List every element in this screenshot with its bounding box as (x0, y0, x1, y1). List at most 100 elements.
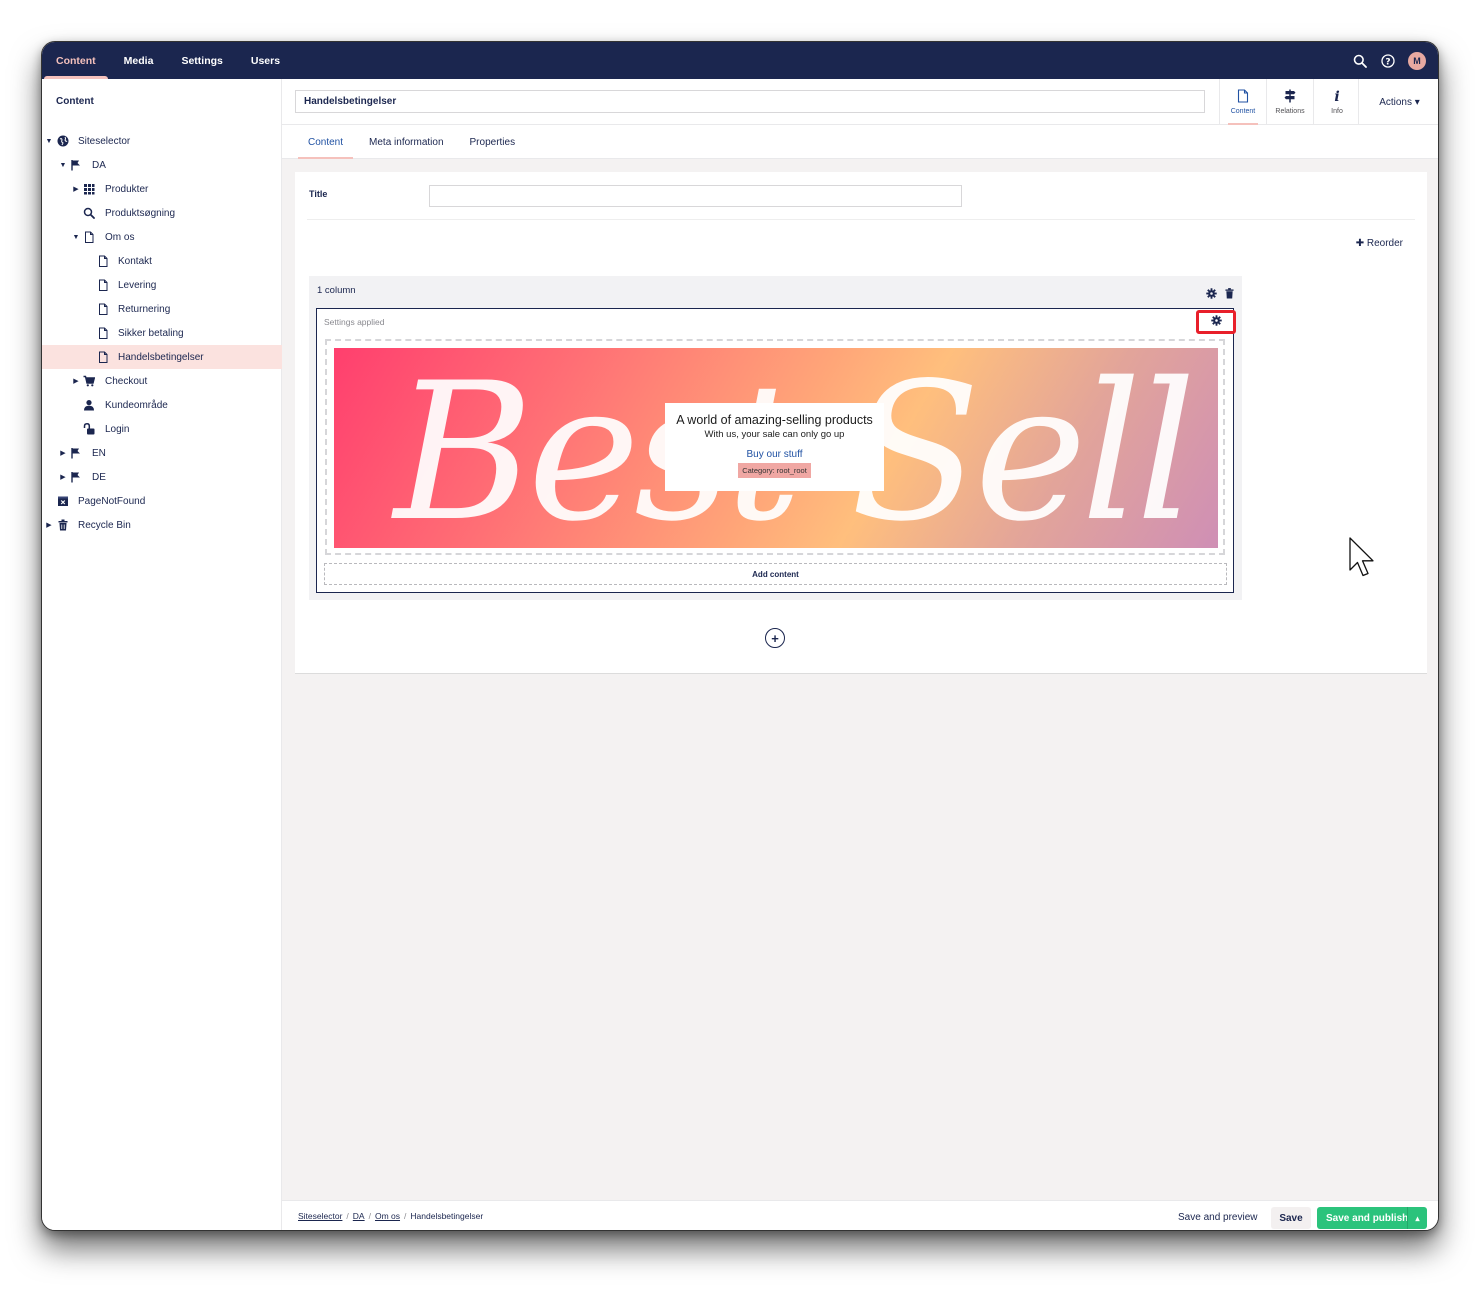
app-label: Content (1230, 108, 1256, 115)
breadcrumb-item[interactable]: Om os (375, 1211, 400, 1221)
tree-item-label: Handelsbetingelser (118, 351, 204, 363)
flag-icon (70, 471, 82, 483)
tab-content[interactable]: Content (298, 125, 354, 159)
tree-item-handelsbetingelser[interactable]: Handelsbetingelser (42, 345, 282, 369)
cell-settings-button[interactable] (1196, 310, 1236, 334)
svg-text:i: i (1334, 89, 1339, 103)
tree-item-label: Returnering (118, 303, 171, 315)
caret-down-icon[interactable]: ▼ (72, 234, 80, 241)
title-input[interactable] (429, 185, 962, 207)
cell-settings-label: Settings applied (324, 317, 385, 327)
app-content[interactable]: Content (1219, 79, 1266, 125)
top-tools: ? M (1352, 42, 1426, 79)
document-icon (83, 231, 95, 243)
tree-item-label: Kontakt (118, 255, 152, 267)
help-icon[interactable]: ? (1380, 53, 1396, 69)
document-icon (97, 279, 109, 291)
publish-label: Save and publish (1326, 1212, 1409, 1224)
banner-link[interactable]: Buy our stuff (665, 449, 884, 460)
content-item-frame[interactable]: Best Sellers A world of amazing-selling … (325, 339, 1225, 555)
app-label: Info (1331, 108, 1343, 115)
tree-item-label: Levering (118, 279, 157, 291)
section-settings[interactable]: Settings (167, 42, 236, 79)
mouse-cursor-icon (1349, 537, 1374, 577)
unlock-icon (83, 423, 95, 435)
banner-content-box: A world of amazing-selling products With… (665, 403, 884, 491)
tree-item-label: Kundeområde (105, 399, 168, 411)
tree-item-label: EN (92, 447, 106, 459)
app-relations[interactable]: Relations (1266, 79, 1313, 125)
tree-item-produktsogning[interactable]: Produktsøgning (42, 201, 282, 225)
reorder-button[interactable]: ✚ Reorder (1356, 238, 1403, 249)
breadcrumb-separator: / (404, 1211, 407, 1221)
tree-item-da[interactable]: ▼ DA (42, 153, 282, 177)
tree-item-label: Produkter (105, 183, 149, 195)
breadcrumb-separator: / (346, 1211, 349, 1221)
tree-item-levering[interactable]: Levering (42, 273, 282, 297)
tree-item-returnering[interactable]: Returnering (42, 297, 282, 321)
app-info[interactable]: i Info (1313, 79, 1360, 125)
breadcrumb-separator: / (368, 1211, 371, 1221)
publish-options-caret-icon[interactable]: ▴ (1407, 1207, 1427, 1229)
search-icon (83, 207, 95, 219)
breadcrumb: Siteselector / DA / Om os / Handelsbetin… (298, 1211, 483, 1221)
tree-item-checkout[interactable]: ▶ Checkout (42, 369, 282, 393)
grid-icon (83, 183, 95, 195)
tree-item-login[interactable]: Login (42, 417, 282, 441)
section-content[interactable]: Content (42, 42, 110, 79)
tree-item-kontakt[interactable]: Kontakt (42, 249, 282, 273)
tree-item-label: Siteselector (78, 135, 131, 147)
tree-item-sikker-betaling[interactable]: Sikker betaling (42, 321, 282, 345)
tree-item-kundeomrade[interactable]: Kundeområde (42, 393, 282, 417)
plus-icon: ✚ (1355, 238, 1367, 249)
category-tag: Category: root_root (738, 463, 811, 478)
breadcrumb-item[interactable]: DA (353, 1211, 365, 1221)
breadcrumb-item[interactable]: Siteselector (298, 1211, 342, 1221)
section-media[interactable]: Media (110, 42, 168, 79)
cart-icon (83, 375, 95, 387)
tree-item-de[interactable]: ▶ DE (42, 465, 282, 489)
tree-item-en[interactable]: ▶ EN (42, 441, 282, 465)
document-icon (97, 351, 109, 363)
actions-menu-button[interactable]: Actions ▾ (1358, 79, 1438, 125)
caret-right-icon[interactable]: ▶ (59, 473, 67, 481)
avatar[interactable]: M (1408, 51, 1426, 70)
node-name-input[interactable] (295, 90, 1205, 113)
caret-right-icon[interactable]: ▶ (72, 377, 80, 385)
section-nav: Content Media Settings Users (42, 42, 294, 79)
add-content-button[interactable]: Add content (324, 563, 1227, 585)
gear-icon[interactable] (1206, 286, 1217, 304)
tree-item-label: Om os (105, 231, 135, 243)
hero-banner: Best Sellers A world of amazing-selling … (334, 348, 1218, 548)
tree-item-pagenotfound[interactable]: PageNotFound (42, 489, 282, 513)
caret-down-icon[interactable]: ▼ (59, 162, 67, 169)
gear-icon (1210, 313, 1222, 331)
tree-item-siteselector[interactable]: ▼ Siteselector (42, 129, 282, 153)
tree-item-om-os[interactable]: ▼ Om os (42, 225, 282, 249)
banner-heading: A world of amazing-selling products (676, 413, 873, 427)
content-tree: ▼ Siteselector ▼ DA ▶ Produkter Produkts… (42, 129, 282, 537)
add-row-button[interactable]: + (765, 628, 785, 648)
tree-item-produkter[interactable]: ▶ Produkter (42, 177, 282, 201)
tab-properties[interactable]: Properties (460, 125, 526, 159)
caret-right-icon[interactable]: ▶ (72, 185, 80, 193)
search-icon[interactable] (1352, 53, 1368, 69)
save-and-publish-button[interactable]: Save and publish ▴ (1317, 1207, 1427, 1229)
tree-item-label: Produktsøgning (105, 207, 176, 219)
caret-right-icon[interactable]: ▶ (59, 449, 67, 457)
editor-apps: Content Relations i Info (1219, 79, 1360, 125)
tab-meta-information[interactable]: Meta information (359, 125, 453, 159)
row-tools (1206, 286, 1234, 304)
caret-down-icon[interactable]: ▼ (45, 138, 53, 145)
save-button[interactable]: Save (1271, 1207, 1311, 1229)
section-users[interactable]: Users (237, 42, 294, 79)
flag-icon (70, 447, 82, 459)
svg-text:?: ? (1385, 57, 1390, 67)
save-and-preview-button[interactable]: Save and preview (1172, 1207, 1264, 1227)
tree-item-recycle-bin[interactable]: ▶ Recycle Bin (42, 513, 282, 537)
tree-item-label: PageNotFound (78, 495, 146, 507)
content-panel: Title ✚ Reorder 1 column Settings applie… (295, 172, 1427, 674)
flag-icon (70, 159, 82, 171)
caret-right-icon[interactable]: ▶ (45, 521, 53, 529)
trash-icon[interactable] (1225, 286, 1234, 304)
